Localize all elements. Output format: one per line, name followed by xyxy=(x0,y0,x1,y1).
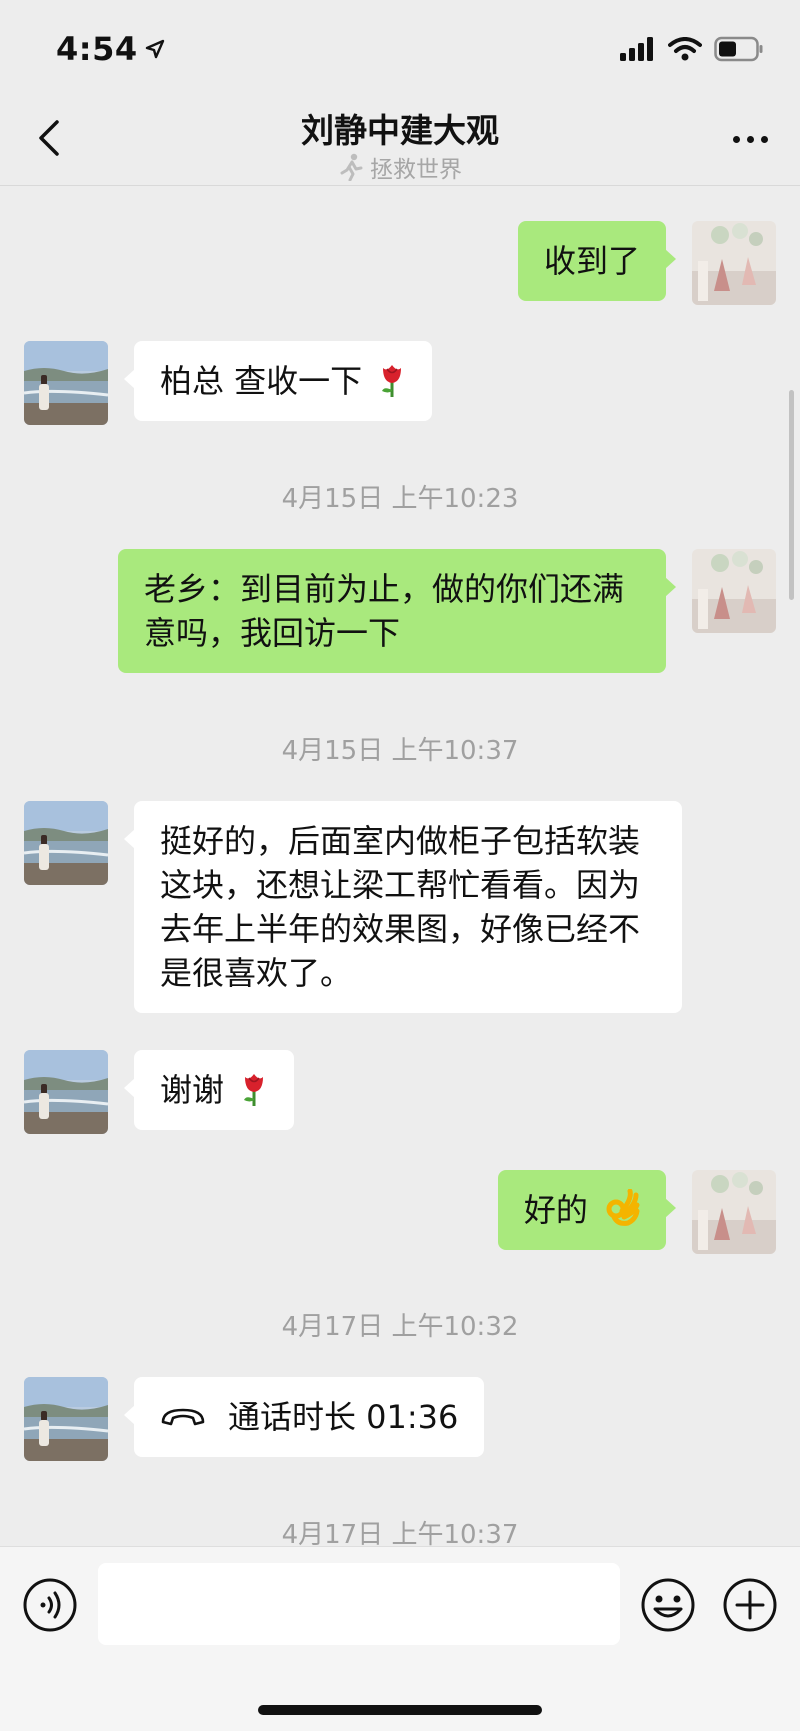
timestamp: 4月17日 上午10:32 xyxy=(281,1312,519,1342)
more-options-button[interactable] xyxy=(720,114,780,164)
rose-emoji xyxy=(244,1074,264,1106)
ok-hand-emoji xyxy=(606,1189,640,1226)
scrollbar[interactable] xyxy=(789,390,794,600)
message-text: 收到了 xyxy=(543,242,640,280)
outgoing-message-bubble[interactable]: 收到了 xyxy=(517,221,677,301)
contact-avatar-image xyxy=(24,1050,108,1134)
message-input[interactable] xyxy=(98,1563,620,1645)
timestamp: 4月15日 上午10:37 xyxy=(281,736,519,766)
contact-avatar[interactable] xyxy=(24,1377,108,1461)
timestamp: 4月17日 上午10:37 xyxy=(281,1520,519,1546)
self-avatar[interactable] xyxy=(692,549,776,633)
incoming-message-bubble[interactable]: 谢谢 xyxy=(123,1050,295,1130)
message-text: 好的 xyxy=(523,1191,588,1229)
self-avatar[interactable] xyxy=(692,221,776,305)
chat-subtitle: 拯救世界 xyxy=(0,150,800,184)
smiley-icon xyxy=(641,1578,695,1632)
message-text: 挺好的，后面室内做柜子包括软装这块，还想让梁工帮忙看看。因为去年上半年的效果图，… xyxy=(160,822,641,992)
contact-avatar[interactable] xyxy=(24,341,108,425)
voice-icon xyxy=(23,1578,77,1632)
call-duration-text: 通话时长 01:36 xyxy=(228,1398,459,1436)
home-indicator[interactable] xyxy=(258,1705,542,1715)
self-avatar-image xyxy=(692,221,776,305)
chat-subtitle-text: 拯救世界 xyxy=(370,157,462,183)
message-text: 柏总 查收一下 xyxy=(160,362,363,400)
more-dots-icon xyxy=(732,135,740,143)
self-avatar-image xyxy=(692,549,776,633)
plus-circle-icon xyxy=(723,1578,777,1632)
message-text: 谢谢 xyxy=(160,1071,225,1109)
status-time: 4:54 xyxy=(56,30,166,68)
status-icons xyxy=(620,36,764,62)
contact-avatar-image xyxy=(24,1377,108,1461)
input-bar xyxy=(0,1546,800,1731)
location-arrow-icon xyxy=(145,39,164,59)
status-bar: 4:54 xyxy=(0,0,800,96)
outgoing-message-bubble[interactable]: 老乡：到目前为止，做的你们还满意吗，我回访一下 xyxy=(118,549,676,673)
phone-handset-icon xyxy=(161,1408,205,1426)
rose-emoji xyxy=(382,365,402,397)
message-list[interactable]: 收到了 柏总 查收一下 4月15日 上午10:23 老乡：到目前为止，做的你们还… xyxy=(0,186,800,1546)
more-functions-button[interactable] xyxy=(722,1577,778,1633)
cellular-signal-icon xyxy=(620,37,653,61)
running-figure-icon xyxy=(340,153,363,181)
battery-icon xyxy=(714,36,763,62)
outgoing-message-bubble[interactable]: 好的 xyxy=(497,1170,677,1250)
self-avatar-image xyxy=(692,1170,776,1254)
nav-bar: 刘静中建大观 拯救世界 xyxy=(0,96,800,186)
call-record-bubble[interactable]: 通话时长 01:36 xyxy=(123,1377,485,1457)
contact-avatar[interactable] xyxy=(24,1050,108,1134)
timestamp: 4月15日 上午10:23 xyxy=(281,484,519,514)
status-time-text: 4:54 xyxy=(56,30,138,68)
chat-title: 刘静中建大观 xyxy=(301,111,499,150)
voice-input-button[interactable] xyxy=(22,1577,78,1633)
contact-avatar[interactable] xyxy=(24,801,108,885)
contact-avatar-image xyxy=(24,801,108,885)
incoming-message-bubble[interactable]: 挺好的，后面室内做柜子包括软装这块，还想让梁工帮忙看看。因为去年上半年的效果图，… xyxy=(124,801,682,1013)
incoming-message-bubble[interactable]: 柏总 查收一下 xyxy=(123,341,433,421)
wifi-icon xyxy=(668,37,702,61)
contact-avatar-image xyxy=(24,341,108,425)
emoji-button[interactable] xyxy=(640,1577,696,1633)
chat-screen: 4:54 刘静中建大观 拯救世界 收到了 柏总 查收一下 4月15日 上午10:… xyxy=(0,0,800,1731)
self-avatar[interactable] xyxy=(692,1170,776,1254)
message-text: 老乡：到目前为止，做的你们还满意吗，我回访一下 xyxy=(144,570,625,652)
